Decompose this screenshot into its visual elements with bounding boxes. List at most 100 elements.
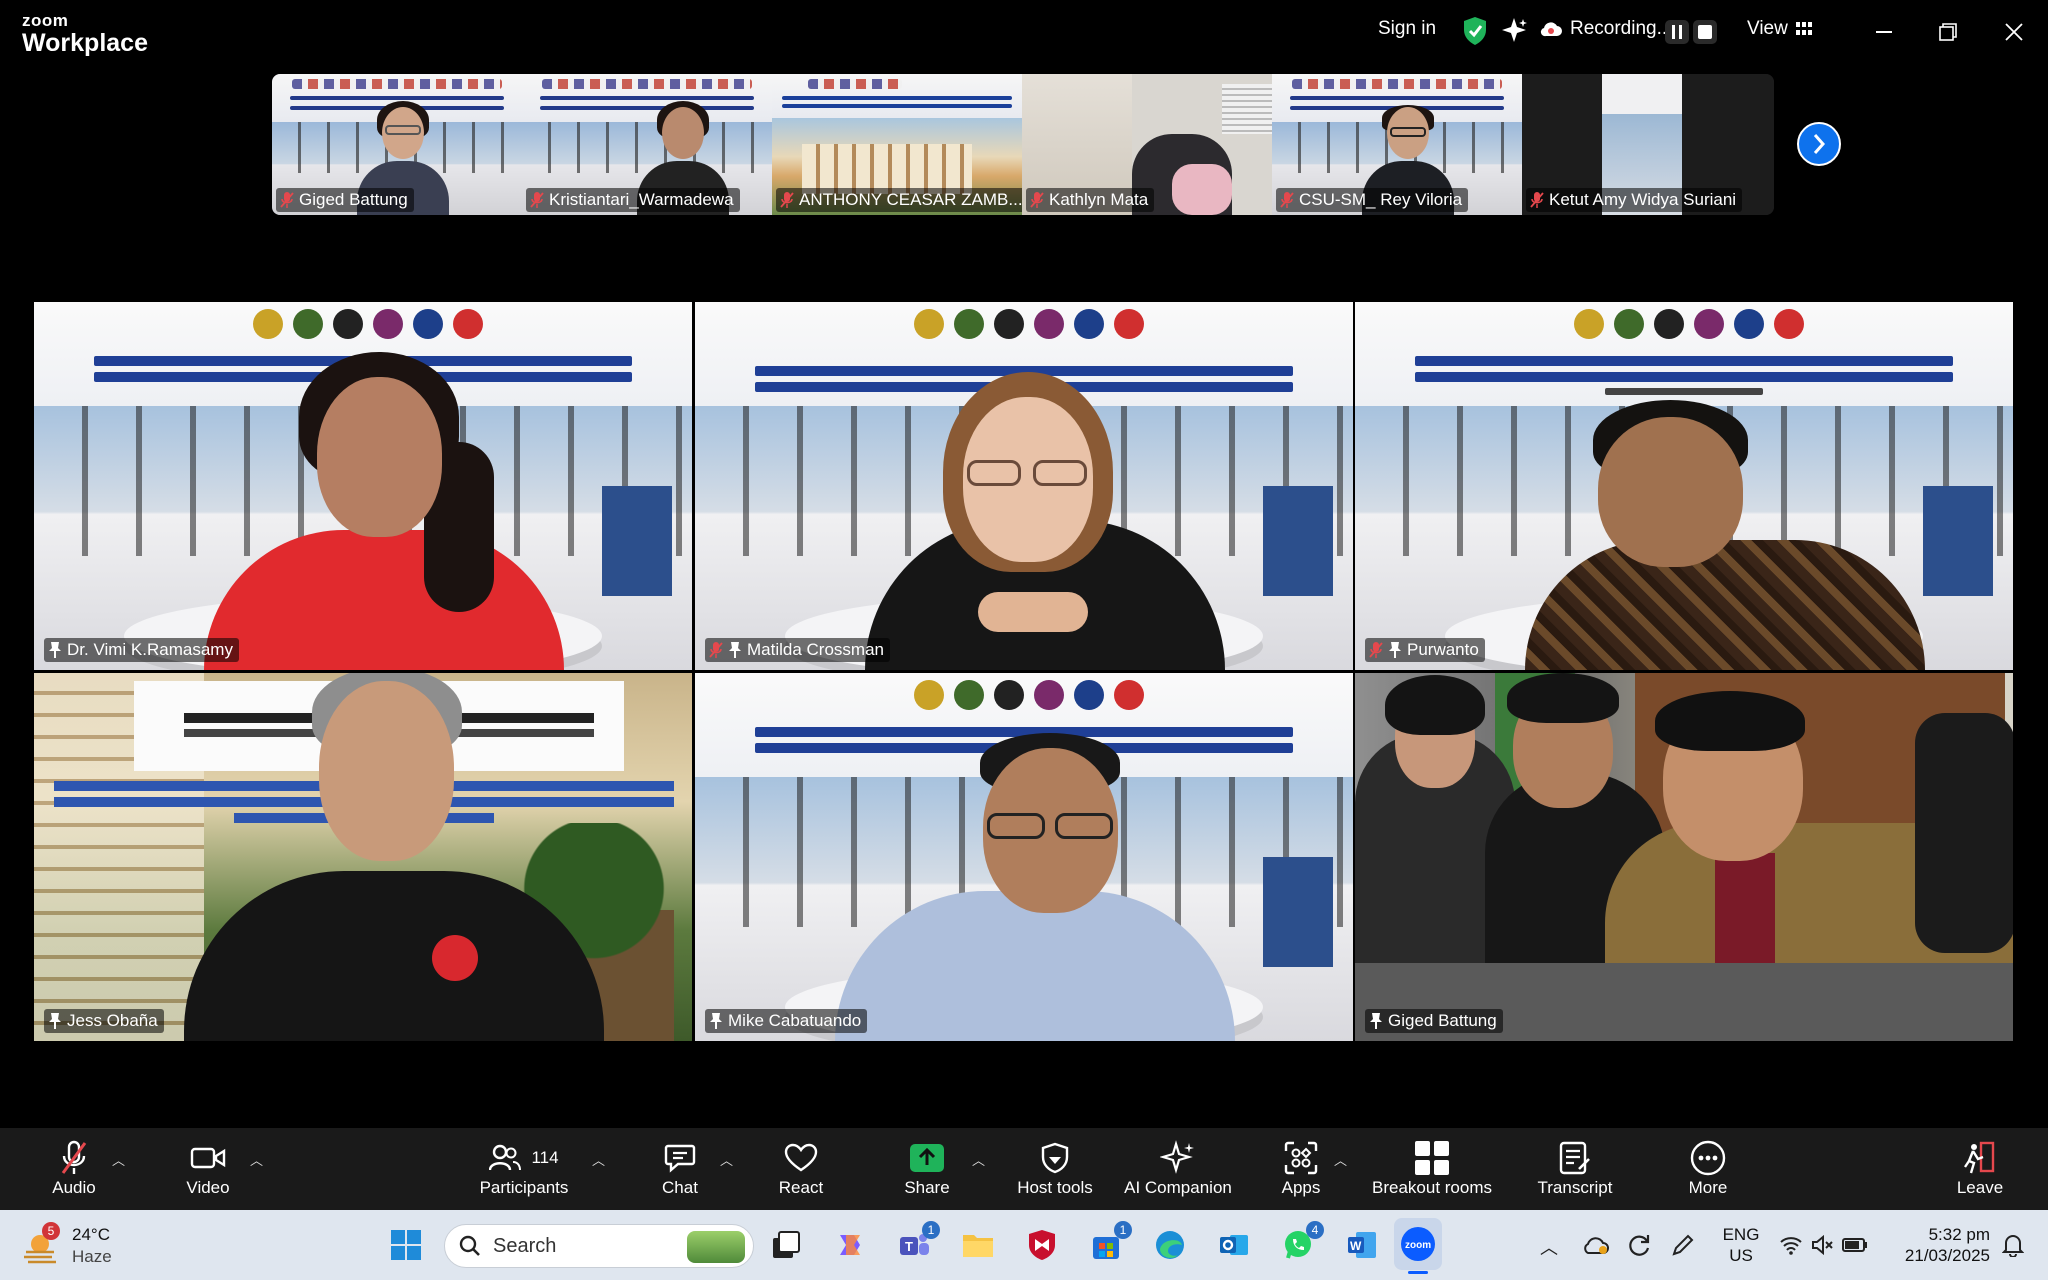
chat-button[interactable]: Chat: [656, 1138, 704, 1206]
video-button[interactable]: Video: [180, 1138, 236, 1206]
video-tile[interactable]: Matilda Crossman: [695, 302, 1353, 670]
share-button[interactable]: Share: [902, 1138, 952, 1206]
file-explorer-app[interactable]: [958, 1225, 998, 1265]
host-tools-button[interactable]: Host tools: [1012, 1138, 1098, 1206]
zoom-icon: zoom: [1401, 1227, 1435, 1261]
video-tile[interactable]: Jess Obaña: [34, 673, 692, 1041]
volume-tray[interactable]: [1808, 1225, 1838, 1265]
recording-label: Recording...: [1570, 18, 1673, 39]
mcafee-app[interactable]: [1022, 1225, 1062, 1265]
show-hidden-icons-button[interactable]: ︿: [1540, 1234, 1558, 1260]
task-view-icon: [773, 1231, 800, 1258]
recording-status[interactable]: Recording...: [1540, 18, 1672, 40]
edge-browser-app[interactable]: [1150, 1225, 1190, 1265]
more-button[interactable]: More: [1680, 1138, 1736, 1206]
breakout-rooms-icon: [1415, 1141, 1449, 1175]
pin-icon: [49, 1013, 61, 1029]
participants-count: 114: [531, 1148, 559, 1167]
apps-icon: [1284, 1141, 1318, 1175]
heart-icon: [784, 1143, 818, 1172]
security-shield-icon[interactable]: [1462, 16, 1488, 46]
copilot-app[interactable]: [830, 1225, 870, 1265]
whatsapp-app[interactable]: 4: [1278, 1221, 1324, 1265]
language-indicator[interactable]: ENG US: [1718, 1224, 1764, 1266]
restore-window-button[interactable]: [1930, 14, 1966, 50]
breakout-rooms-label: Breakout rooms: [1372, 1178, 1492, 1197]
video-tile[interactable]: Purwanto: [1355, 302, 2013, 670]
filmstrip-tile[interactable]: Kathlyn Mata: [1022, 74, 1272, 215]
participant-name: Ketut Amy Widya Suriani: [1549, 190, 1737, 209]
weather-badge: 5: [42, 1222, 60, 1240]
weather-widget[interactable]: 5 24°C Haze: [22, 1222, 132, 1272]
sync-tray[interactable]: [1622, 1225, 1656, 1265]
minimize-window-button[interactable]: [1866, 14, 1902, 50]
participant-name: Mike Cabatuando: [728, 1011, 862, 1030]
microsoft-store-app[interactable]: 1: [1086, 1221, 1132, 1265]
taskbar-search[interactable]: Search: [444, 1224, 754, 1268]
chat-options-caret[interactable]: ︿: [720, 1150, 733, 1169]
mic-muted-icon: [1530, 192, 1544, 208]
video-camera-icon: [190, 1147, 226, 1169]
participants-label: Participants: [479, 1178, 569, 1197]
view-menu-button[interactable]: View: [1747, 18, 1812, 40]
video-label: Video: [186, 1178, 230, 1197]
apps-button[interactable]: Apps: [1276, 1138, 1326, 1206]
pen-icon: [1672, 1234, 1694, 1256]
chevron-right-icon: [1813, 134, 1826, 154]
clock[interactable]: 5:32 pm 21/03/2025: [1884, 1224, 1990, 1266]
apps-options-caret[interactable]: ︿: [1334, 1150, 1347, 1169]
audio-options-caret[interactable]: ︿: [112, 1150, 125, 1169]
leave-door-icon: [1964, 1141, 1995, 1174]
search-highlight-image: [687, 1231, 745, 1263]
transcript-button[interactable]: Transcript: [1532, 1138, 1618, 1206]
sign-in-link[interactable]: Sign in: [1378, 18, 1436, 40]
react-button[interactable]: React: [776, 1138, 826, 1206]
meeting-toolbar: Audio ︿ Video ︿ 114 Participants ︿ Chat …: [0, 1128, 2048, 1210]
view-label: View: [1747, 18, 1788, 39]
task-view-button[interactable]: [766, 1225, 806, 1265]
word-app[interactable]: W: [1342, 1225, 1382, 1265]
audio-label: Audio: [52, 1178, 96, 1197]
ai-companion-button[interactable]: AI Companion: [1120, 1138, 1236, 1206]
mic-muted-icon: [1280, 192, 1294, 208]
participant-nametag: Purwanto: [1365, 638, 1485, 662]
filmstrip-tile[interactable]: Ketut Amy Widya Suriani: [1522, 74, 1774, 215]
participants-options-caret[interactable]: ︿: [592, 1150, 605, 1169]
video-tile-active-speaker[interactable]: Giged Battung: [1355, 673, 2013, 1041]
video-tile[interactable]: Mike Cabatuando: [695, 673, 1353, 1041]
filmstrip-tile[interactable]: CSU-SM_ Rey Viloria: [1272, 74, 1522, 215]
filmstrip-tile[interactable]: Kristiantari_Warmadewa: [522, 74, 772, 215]
share-options-caret[interactable]: ︿: [972, 1150, 985, 1169]
zoom-app[interactable]: zoom: [1394, 1218, 1442, 1274]
stop-recording-button[interactable]: [1693, 20, 1717, 44]
participant-name: Purwanto: [1407, 640, 1479, 659]
audio-button[interactable]: Audio: [46, 1138, 102, 1206]
filmstrip-tile[interactable]: Giged Battung: [272, 74, 522, 215]
video-options-caret[interactable]: ︿: [250, 1150, 263, 1169]
outlook-app[interactable]: [1214, 1225, 1254, 1265]
ai-sparkle-icon[interactable]: [1500, 16, 1528, 44]
battery-tray[interactable]: [1840, 1225, 1870, 1265]
svg-text:W: W: [1350, 1239, 1362, 1253]
participants-button[interactable]: 114 Participants: [476, 1138, 572, 1206]
close-window-button[interactable]: [1996, 14, 2032, 50]
teams-app[interactable]: T 1: [894, 1221, 940, 1265]
clock-time: 5:32 pm: [1928, 1225, 1990, 1244]
pause-recording-button[interactable]: [1665, 20, 1689, 44]
start-button[interactable]: [386, 1225, 426, 1265]
filmstrip-next-button[interactable]: [1797, 122, 1841, 166]
pause-icon: [1672, 25, 1682, 39]
pen-tray[interactable]: [1666, 1225, 1700, 1265]
minimize-icon: [1876, 31, 1892, 33]
app-logo: zoom Workplace: [22, 12, 148, 56]
onedrive-tray[interactable]: [1578, 1225, 1612, 1265]
mic-muted-icon: [280, 192, 294, 208]
wifi-tray[interactable]: [1776, 1225, 1806, 1265]
leave-meeting-button[interactable]: Leave: [1952, 1138, 2008, 1206]
wifi-icon: [1780, 1237, 1802, 1255]
video-tile[interactable]: Dr. Vimi K.Ramasamy: [34, 302, 692, 670]
participant-nametag: Giged Battung: [276, 188, 414, 212]
breakout-rooms-button[interactable]: Breakout rooms: [1366, 1138, 1498, 1206]
notifications-button[interactable]: [1998, 1225, 2028, 1265]
filmstrip-tile[interactable]: ANTHONY CEASAR ZAMB...: [772, 74, 1022, 215]
